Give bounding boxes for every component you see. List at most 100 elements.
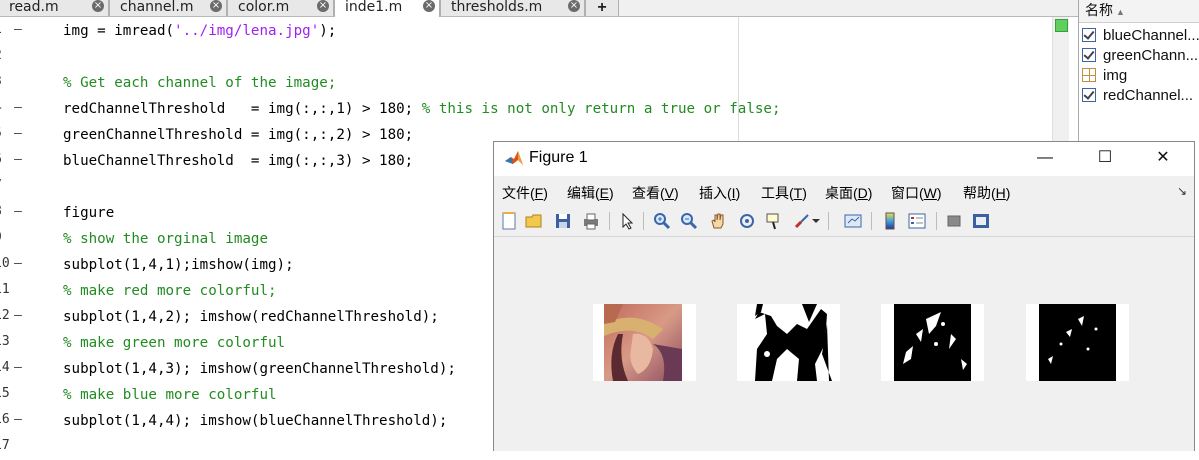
line-number-gutter[interactable]: 6— — [0, 148, 30, 174]
menu-item[interactable]: 文件(F) — [502, 183, 548, 203]
code-line[interactable]: subplot(1,4,4); imshow(blueChannelThresh… — [63, 408, 447, 434]
variable-name: redChannel... — [1103, 87, 1194, 104]
figure-title-bar[interactable]: Figure 1 — ☐ ✕ — [494, 142, 1194, 176]
close-tab-icon[interactable]: × — [568, 0, 580, 12]
line-number: 2 — [0, 48, 2, 63]
tab-thresholds[interactable]: thresholds.m × — [440, 0, 585, 16]
breakpoint-dash-marker[interactable]: — — [14, 100, 22, 115]
legend-icon[interactable] — [906, 210, 928, 232]
minimize-button[interactable]: — — [1035, 148, 1055, 168]
line-number-gutter[interactable]: 2 — [0, 44, 30, 70]
blue-threshold-binary-image — [1026, 304, 1129, 381]
breakpoint-dash-marker[interactable]: — — [14, 204, 22, 219]
code-line[interactable]: % make red more colorful; — [63, 278, 277, 304]
subplot-original-image[interactable] — [593, 304, 696, 381]
menu-mnemonic: D — [857, 185, 868, 201]
subplot-red-channel-threshold[interactable] — [737, 304, 840, 381]
line-number-gutter[interactable]: 4— — [0, 96, 30, 122]
breakpoint-dash-marker[interactable]: — — [14, 308, 22, 323]
line-number-gutter[interactable]: 9 — [0, 226, 30, 252]
menu-item[interactable]: 编辑(E) — [567, 183, 614, 203]
code-line[interactable]: redChannelThreshold = img(:,:,1) > 180; … — [63, 96, 781, 122]
workspace-variable[interactable]: redChannel... — [1079, 86, 1199, 106]
code-line[interactable]: figure — [63, 200, 114, 226]
close-tab-icon[interactable]: × — [317, 0, 329, 12]
code-line[interactable]: % make green more colorful — [63, 330, 285, 356]
code-line[interactable]: % Get each channel of the image; — [63, 70, 336, 96]
tab-inde1[interactable]: inde1.m × — [334, 0, 440, 17]
breakpoint-dash-marker[interactable]: — — [14, 412, 22, 427]
zoom-out-icon[interactable] — [678, 210, 700, 232]
code-line[interactable]: greenChannelThreshold = img(:,:,2) > 180… — [63, 122, 413, 148]
subplot-blue-channel-threshold[interactable] — [1026, 304, 1129, 381]
tab-label: inde1.m — [345, 0, 403, 15]
line-number-gutter[interactable]: 10 — — [0, 252, 30, 278]
menu-item[interactable]: 查看(V) — [632, 183, 679, 203]
new-figure-icon[interactable] — [498, 210, 520, 232]
rotate-3d-icon[interactable] — [736, 210, 758, 232]
tab-read[interactable]: read.m × — [0, 0, 109, 16]
line-number-gutter[interactable]: 17 — [0, 434, 30, 460]
line-number-gutter[interactable]: 11 — [0, 278, 30, 304]
code-line[interactable]: subplot(1,4,1);imshow(img); — [63, 252, 294, 278]
code-line[interactable]: blueChannelThreshold = img(:,:,3) > 180; — [63, 148, 413, 174]
code-line[interactable]: % make blue more colorful — [63, 382, 277, 408]
menu-label-end: ) — [936, 185, 942, 201]
tab-color[interactable]: color.m × — [227, 0, 334, 16]
new-tab-button[interactable]: + — [585, 0, 619, 16]
open-file-icon[interactable] — [523, 210, 545, 232]
code-line[interactable]: % show the orginal image — [63, 226, 268, 252]
save-icon[interactable] — [552, 210, 574, 232]
workspace-name-column-header[interactable]: 名称 ▲ — [1079, 0, 1199, 23]
line-number-gutter[interactable]: 1— — [0, 18, 30, 44]
select-arrow-icon[interactable] — [616, 210, 638, 232]
line-number-gutter[interactable]: 8— — [0, 200, 30, 226]
line-number-gutter[interactable]: 16 — — [0, 408, 30, 434]
print-icon[interactable] — [580, 210, 602, 232]
close-button[interactable]: ✕ — [1153, 148, 1173, 168]
workspace-variable[interactable]: blueChannel... — [1079, 26, 1199, 46]
line-number-gutter[interactable]: 15 — [0, 382, 30, 408]
zoom-in-icon[interactable] — [651, 210, 673, 232]
subplot-green-channel-threshold[interactable] — [881, 304, 984, 381]
line-number-gutter[interactable]: 5— — [0, 122, 30, 148]
code-line[interactable]: subplot(1,4,2); imshow(redChannelThresho… — [63, 304, 439, 330]
workspace-variable[interactable]: img — [1079, 66, 1199, 86]
workspace-variable[interactable]: greenChann... — [1079, 46, 1199, 66]
menu-item[interactable]: 窗口(W) — [891, 183, 942, 203]
close-tab-icon[interactable]: × — [210, 0, 222, 12]
breakpoint-dash-marker[interactable]: — — [14, 152, 22, 167]
line-number-gutter[interactable]: 13 — [0, 330, 30, 356]
menu-item[interactable]: 工具(T) — [761, 183, 807, 203]
menu-item[interactable]: 帮助(H) — [963, 183, 1010, 203]
data-cursor-icon[interactable] — [763, 210, 785, 232]
breakpoint-dash-marker[interactable]: — — [14, 126, 22, 141]
breakpoint-dash-marker[interactable]: — — [14, 22, 22, 37]
code-line[interactable]: img = imread('../img/lena.jpg'); — [63, 18, 336, 44]
menu-item[interactable]: 桌面(D) — [825, 183, 872, 203]
menu-item[interactable]: 插入(I) — [699, 183, 740, 203]
close-tab-icon[interactable]: × — [92, 0, 104, 12]
close-tab-icon[interactable]: × — [423, 0, 435, 12]
menu-label: 工具( — [761, 185, 794, 201]
breakpoint-dash-marker[interactable]: — — [14, 360, 22, 375]
maximize-button[interactable]: ☐ — [1095, 148, 1115, 168]
code-line[interactable]: subplot(1,4,3); imshow(greenChannelThres… — [63, 356, 456, 382]
dock-figure-icon[interactable]: ↘ — [1177, 184, 1187, 198]
toolbar-separator — [828, 212, 829, 230]
sort-ascending-icon: ▲ — [1116, 7, 1125, 17]
pan-hand-icon[interactable] — [707, 210, 729, 232]
breakpoint-dash-marker[interactable]: — — [14, 256, 22, 271]
hide-plot-tools-icon[interactable] — [943, 210, 965, 232]
code-analyzer-ok-icon[interactable] — [1055, 19, 1068, 32]
line-number-gutter[interactable]: 14 — — [0, 356, 30, 382]
line-number-gutter[interactable]: 3 — [0, 70, 30, 96]
show-plot-tools-icon[interactable] — [970, 210, 992, 232]
line-number-gutter[interactable]: 12 — — [0, 304, 30, 330]
link-plot-icon[interactable] — [842, 210, 864, 232]
tab-channel[interactable]: channel.m × — [109, 0, 227, 16]
line-number-gutter[interactable]: 7 — [0, 174, 30, 200]
toolbar-separator — [871, 212, 872, 230]
colorbar-icon[interactable] — [879, 210, 901, 232]
brush-dropdown-icon[interactable] — [810, 210, 822, 232]
